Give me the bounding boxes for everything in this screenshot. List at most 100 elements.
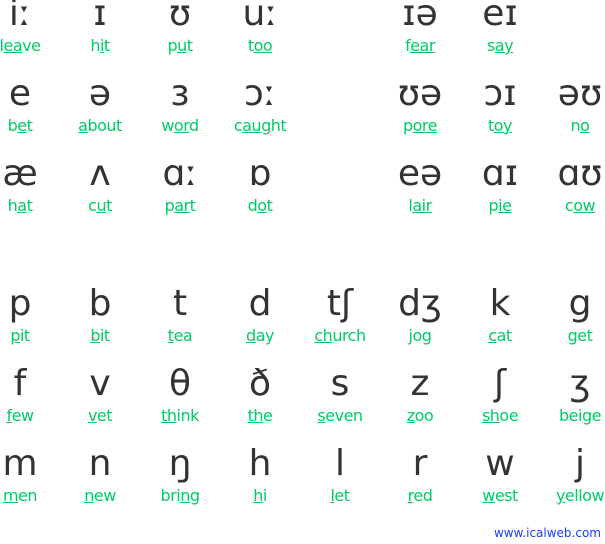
word-suffix: ellow [564,486,605,505]
word-suffix: e [591,406,602,425]
site-link[interactable]: www.icalweb.com [494,526,601,540]
word-prefix: c [564,196,574,215]
phoneme-cell: ɔː caught [220,73,300,160]
example-word: get [540,326,605,345]
ipa-symbol: dʒ [398,283,442,324]
word-suffix: og [412,326,432,345]
example-word: new [60,486,140,505]
ipa-symbol: əʊ [557,73,603,114]
word-suffix: t [26,116,33,135]
phoneme-cell: æ hat [0,153,60,240]
ipa-symbol: ʃ [493,363,507,404]
phoneme-cell: ʒ beige [540,363,605,450]
phoneme-cell: t tea [140,283,220,370]
word-sound-highlight: u [96,196,107,215]
word-prefix: bri [160,486,181,505]
example-word: pit [0,326,60,345]
word-suffix: it [99,326,110,345]
phoneme-cell: g get [540,283,605,370]
word-sound-highlight: y [555,486,565,505]
phoneme-cell: dʒ jog [380,283,460,370]
word-suffix: urch [332,326,366,345]
ipa-symbol: f [13,363,27,404]
phoneme-cell: əʊ no [540,73,605,160]
ipa-symbol: ʊə [397,73,443,114]
word-suffix: ew [93,486,116,505]
phoneme-cell: ɑʊ cow [540,153,605,240]
word-suffix: e [263,406,273,425]
phoneme-cell: b bit [60,283,140,370]
word-sound-highlight: e [17,116,27,135]
example-word: leave [0,36,60,55]
phoneme-cell: l let [300,443,380,530]
word-sound-highlight: b [90,326,100,345]
example-word: bring [140,486,220,505]
word-prefix: c [233,116,243,135]
phoneme-cell: ð the [220,363,300,450]
phoneme-cell: ɔɪ toy [460,73,540,160]
phoneme-cell: v vet [60,363,140,450]
word-sound-highlight: a [17,196,27,215]
example-word: hi [220,486,300,505]
example-word: bit [60,326,140,345]
word-sound-highlight: aug [242,116,271,135]
phoneme-cell: f few [0,363,60,450]
example-word: too [220,36,300,55]
ipa-symbol: ɪə [402,0,438,34]
word-suffix: et [577,326,593,345]
word-suffix: en [18,486,38,505]
word-suffix: ew [11,406,34,425]
ipa-symbol: m [2,443,38,484]
word-prefix: bei [559,406,582,425]
example-word: cat [460,326,540,345]
word-suffix: et [96,406,113,425]
word-sound-highlight: m [2,486,19,505]
ipa-symbol: p [8,283,32,324]
example-word: put [140,36,220,55]
example-word: think [140,406,220,425]
example-word: hat [0,196,60,215]
word-suffix: bout [87,116,122,135]
word-sound-highlight: air [412,196,432,215]
ipa-symbol: r [412,443,428,484]
ipa-symbol: g [568,283,592,324]
word-suffix: at [496,326,513,345]
word-sound-highlight: ar [174,196,190,215]
phoneme-cell: ɪ hit [60,0,140,80]
word-suffix: oe [499,406,519,425]
word-suffix: d [189,116,199,135]
phoneme-cell: uː too [220,0,300,80]
ipa-symbol: t [172,283,188,324]
word-suffix: est [494,486,518,505]
phoneme-cell: iː leave [0,0,60,80]
phoneme-cell: tʃ church [300,283,380,370]
word-prefix: p [488,196,499,215]
phoneme-cell: ə about [60,73,140,160]
word-prefix: b [7,116,18,135]
word-suffix: ve [22,36,41,55]
word-sound-highlight: or [173,116,190,135]
word-sound-highlight: v [87,406,97,425]
word-suffix: i [262,486,267,505]
empty-cell [300,80,380,160]
example-word: jog [380,326,460,345]
word-suffix: ed [413,486,433,505]
word-sound-highlight: z [406,406,415,425]
ipa-symbol: eə [397,153,443,194]
word-suffix: even [325,406,363,425]
phoneme-cell: h hi [220,443,300,530]
phoneme-cell: k cat [460,283,540,370]
word-sound-highlight: oo [253,36,273,55]
word-sound-highlight: sh [481,406,500,425]
word-sound-highlight: g [581,406,592,425]
word-sound-highlight: ea [3,36,23,55]
empty-cell [300,160,380,240]
example-word: bet [0,116,60,135]
word-sound-highlight: ore [412,116,438,135]
phoneme-cell: d day [220,283,300,370]
example-word: fear [380,36,460,55]
word-suffix: it [19,326,30,345]
phoneme-cell: n new [60,443,140,530]
ipa-symbol: k [489,283,511,324]
ipa-symbol: ə [88,73,112,114]
